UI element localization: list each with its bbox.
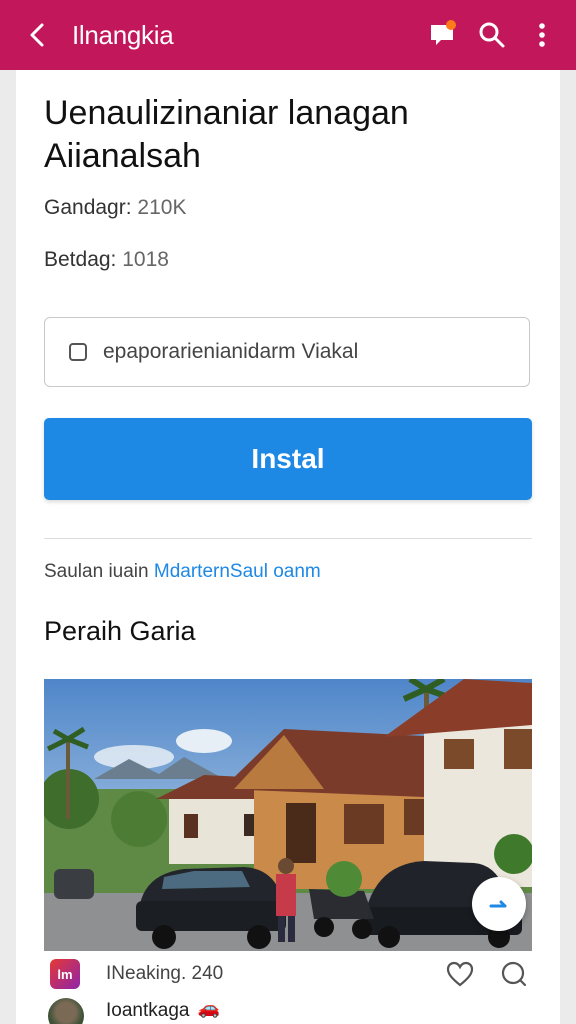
app-details-card: Uenaulizinaniar lanagan Aiianalsah Ganda… (16, 70, 560, 1024)
search-icon (479, 22, 505, 48)
back-arrow-icon (30, 23, 44, 47)
app-icon: lm (50, 959, 80, 989)
app-bar-title: Ilnangkia (72, 19, 174, 50)
privacy-prefix: Saulan iuain (44, 561, 149, 582)
house-photo (44, 679, 532, 951)
privacy-link[interactable]: MdarternSaul oanm (154, 561, 321, 582)
gallery-title: Peraih Garia (44, 616, 196, 646)
consent-checkbox[interactable] (69, 343, 87, 361)
install-button[interactable]: Instal (44, 418, 532, 500)
consent-label: epaporarienianidarm Viakal (103, 340, 359, 363)
post-row: lm INeaking. 240 (44, 954, 532, 994)
heart-icon (446, 961, 474, 987)
downloads-info: Gandagr: 210K (44, 196, 186, 220)
gallery-photo[interactable] (44, 679, 532, 951)
consent-checkbox-row[interactable]: epaporarienianidarm Viakal (44, 317, 530, 387)
size-label: Betdag: (44, 248, 117, 271)
search-button[interactable] (472, 15, 512, 55)
downloads-label: Gandagr: (44, 196, 132, 219)
privacy-note: Saulan iuain MdarternSaul oanm (44, 561, 321, 583)
like-button[interactable] (442, 956, 478, 992)
app-bar: Ilnangkia (0, 0, 576, 70)
size-value: 1018 (122, 248, 169, 271)
back-button[interactable] (20, 17, 56, 53)
author-name: Ioantkaga (106, 1000, 190, 1021)
comment-button[interactable] (496, 956, 532, 992)
messages-button[interactable] (422, 15, 462, 55)
post-meta: INeaking. 240 (106, 963, 224, 984)
divider (44, 538, 532, 539)
app-title: Uenaulizinaniar lanagan Aiianalsah (44, 94, 409, 175)
size-info: Betdag: 1018 (44, 248, 169, 272)
downloads-value: 210K (137, 196, 187, 219)
more-vert-icon (539, 23, 545, 47)
avatar[interactable] (48, 998, 84, 1024)
more-options-button[interactable] (522, 15, 562, 55)
notification-dot (446, 20, 456, 30)
author-row: Ioantkaga 🚗 (44, 996, 532, 1024)
expand-icon (489, 900, 507, 908)
author-badge: 🚗 (197, 998, 220, 1018)
comment-icon (501, 961, 527, 987)
expand-button[interactable] (472, 877, 526, 931)
